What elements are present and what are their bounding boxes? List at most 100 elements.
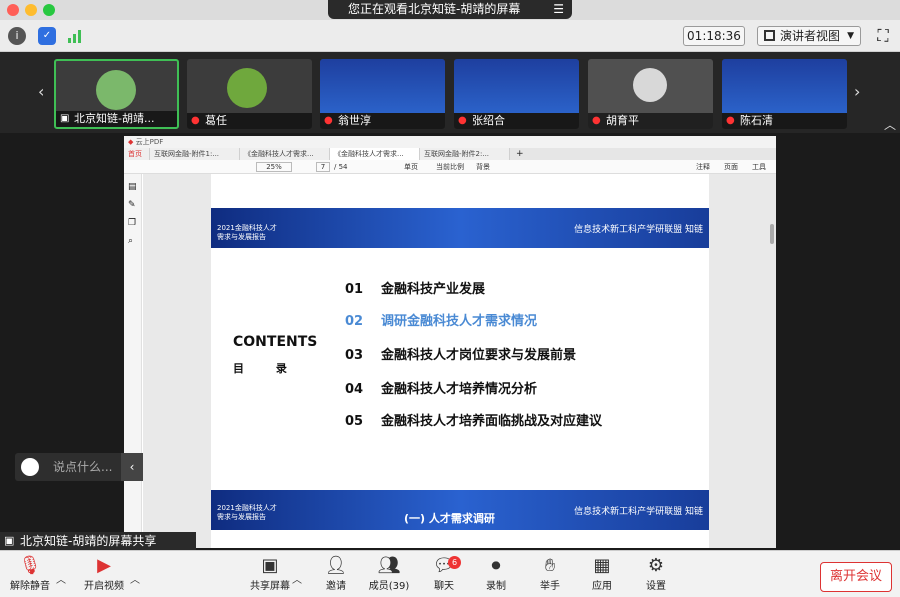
page-input[interactable]: 7 [316,162,330,172]
share-screen-icon: ▣ [261,555,279,576]
pdf-app-titlebar: ◆ 云上PDF [124,136,776,148]
pages-button[interactable]: 页面 [724,160,738,174]
pdf-tab[interactable]: 互联网金融-附件1:... [150,148,240,160]
chevron-up-icon[interactable]: ︿ [292,571,302,586]
toc-item-highlighted: 02 调研金融科技人才需求情况 [345,314,538,329]
chevron-up-icon[interactable]: ︿ [130,571,140,586]
chevron-left-icon[interactable]: ‹ [121,453,143,481]
members-button[interactable]: 👥︎ 成员(39) [366,555,412,592]
list-icon[interactable]: ☰ [553,0,564,19]
share-screen-button[interactable]: ▣ 共享屏幕 [248,555,292,592]
participant-name: 翁世淳 [338,114,371,127]
info-icon[interactable]: i [8,27,26,45]
chevron-left-icon[interactable]: ‹ [38,82,44,101]
video-thumbnail [320,59,445,113]
unmute-button[interactable]: 🎙︎ 解除静音 [8,555,52,592]
tools-button[interactable]: 工具 [752,160,766,174]
copy-icon[interactable]: ❐ [128,218,136,228]
emoji-icon[interactable] [21,458,39,476]
zoom-window-button[interactable] [43,4,55,16]
chevron-up-icon[interactable]: ︿ [56,571,66,586]
view-mode-dropdown[interactable]: 演讲者视图 ▼ [757,26,861,46]
users-icon: 👥︎ [377,555,401,576]
mic-muted-icon: ● [592,115,601,126]
participant-tile[interactable]: ● 胡育平 [588,59,713,129]
meeting-timer: 01:18:36 [683,26,745,46]
mic-muted-icon: 🎙︎ [18,555,42,576]
chat-unread-badge: 6 [448,556,461,569]
invite-label: 邀请 [326,581,346,592]
participant-tile[interactable]: ▣ 北京知链-胡靖... [54,59,179,129]
toc-item: 01 金融科技产业发展 [345,282,486,297]
pdf-app-title: 云上PDF [135,138,164,146]
apps-label: 应用 [592,581,612,592]
window-title: 您正在观看北京知链-胡靖的屏幕 [348,2,521,16]
participant-tile[interactable]: ● 翁世淳 [320,59,445,129]
alliance-logo: 信息技术新工科产学研联盟 知链 [574,507,703,517]
quick-chat-popup[interactable]: 说点什么... ‹ [15,453,143,481]
chat-placeholder[interactable]: 说点什么... [53,460,112,474]
avatar [96,70,136,110]
toc-item: 04 金融科技人才培养情况分析 [345,382,538,397]
meeting-topbar: i ✓ 01:18:36 演讲者视图 ▼ ⛶ [0,20,900,52]
pdf-tab-home[interactable]: 首页 [124,148,150,160]
participant-name: 北京知链-胡靖... [74,112,155,125]
contents-subheading: 目 录 [233,362,287,375]
search-icon[interactable]: ⌕ [128,236,133,246]
signal-icon[interactable] [66,27,84,45]
background-button[interactable]: 背景 [476,160,490,174]
shield-icon[interactable]: ✓ [38,27,56,45]
new-tab-icon[interactable]: + [516,148,524,160]
alliance-logo: 信息技术新工科产学研联盟 知链 [574,225,703,235]
single-page-button[interactable]: 单页 [404,160,418,174]
next-slide-header-band: 2021金融科技人才 需求与发展报告 (一) 人才需求调研 信息技术新工科产学研联… [211,490,709,530]
close-window-button[interactable] [7,4,19,16]
participant-tile[interactable]: ● 陈石清 [722,59,847,129]
start-video-button[interactable]: ▶︎ 开启视频 [82,555,126,592]
avatar [633,68,667,102]
raise-hand-button[interactable]: ✋︎ 举手 [532,555,568,592]
mic-muted-icon: ● [726,115,735,126]
edit-icon[interactable]: ✎ [128,200,136,210]
pdf-tab[interactable]: 《金融科技人才需求... [240,148,330,160]
meeting-controls: 🎙︎ 解除静音 ︿ ▶︎ 开启视频 ︿ ▣ 共享屏幕 ︿ 👤︎ 邀请 👥︎ 成员(39) … [0,550,900,597]
mic-muted-icon: ● [191,115,200,126]
minimize-window-button[interactable] [25,4,37,16]
pdf-toolbar: 25% 7 / 54 单页 当前比例 背景 注释 页面 工具 [124,160,776,174]
hand-icon: ✋︎ [544,555,556,576]
pdf-tab-active[interactable]: 《金融科技人才需求... [330,148,420,160]
annotate-button[interactable]: 注释 [696,160,710,174]
chevron-right-icon[interactable]: › [854,82,860,101]
section-title: (一) 人才需求调研 [404,512,495,525]
record-label: 录制 [486,581,506,592]
video-thumbnail [454,59,579,113]
toc-item: 05 金融科技人才培养面临挑战及对应建议 [345,414,603,429]
raise-hand-label: 举手 [540,581,560,592]
screen-share-label: ▣ 北京知链-胡靖的屏幕共享 [0,532,196,550]
leave-meeting-button[interactable]: 离开会议 [820,562,892,592]
page-total: / 54 [334,163,348,171]
settings-button[interactable]: ⚙︎ 设置 [638,555,674,592]
zoom-input[interactable]: 25% [256,162,292,172]
participant-tile[interactable]: ● 葛任 [187,59,312,129]
pdf-page: 2021金融科技人才 需求与发展报告 信息技术新工科产学研联盟 知链 CONTEN… [211,174,709,548]
mic-muted-icon: ● [458,115,467,126]
chevron-up-icon[interactable]: ︿ [884,116,896,133]
bookmark-icon[interactable]: ▤ [128,182,137,192]
layout-icon [764,30,775,41]
pdf-logo-icon: ◆ [128,138,134,146]
fullscreen-icon[interactable]: ⛶ [872,25,894,47]
report-title: 2021金融科技人才 需求与发展报告 [217,504,277,521]
pdf-tab[interactable]: 互联网金融-附件2:... [420,148,510,160]
video-off-icon: ▶︎ [97,555,111,576]
screen-share-owner: 北京知链-胡靖的屏幕共享 [20,534,157,548]
report-title: 2021金融科技人才 需求与发展报告 [217,224,277,241]
scrollbar-thumb[interactable] [770,224,774,244]
invite-button[interactable]: 👤︎ 邀请 [318,555,354,592]
viewing-status-pill[interactable]: 您正在观看北京知链-胡靖的屏幕 ☰ [328,0,572,19]
actual-size-button[interactable]: 当前比例 [436,160,464,174]
apps-button[interactable]: ▦ 应用 [584,555,620,592]
mic-icon: ▣ [4,534,15,547]
record-button[interactable]: ⏺︎ 录制 [478,555,514,592]
participant-tile[interactable]: ● 张绍合 [454,59,579,129]
